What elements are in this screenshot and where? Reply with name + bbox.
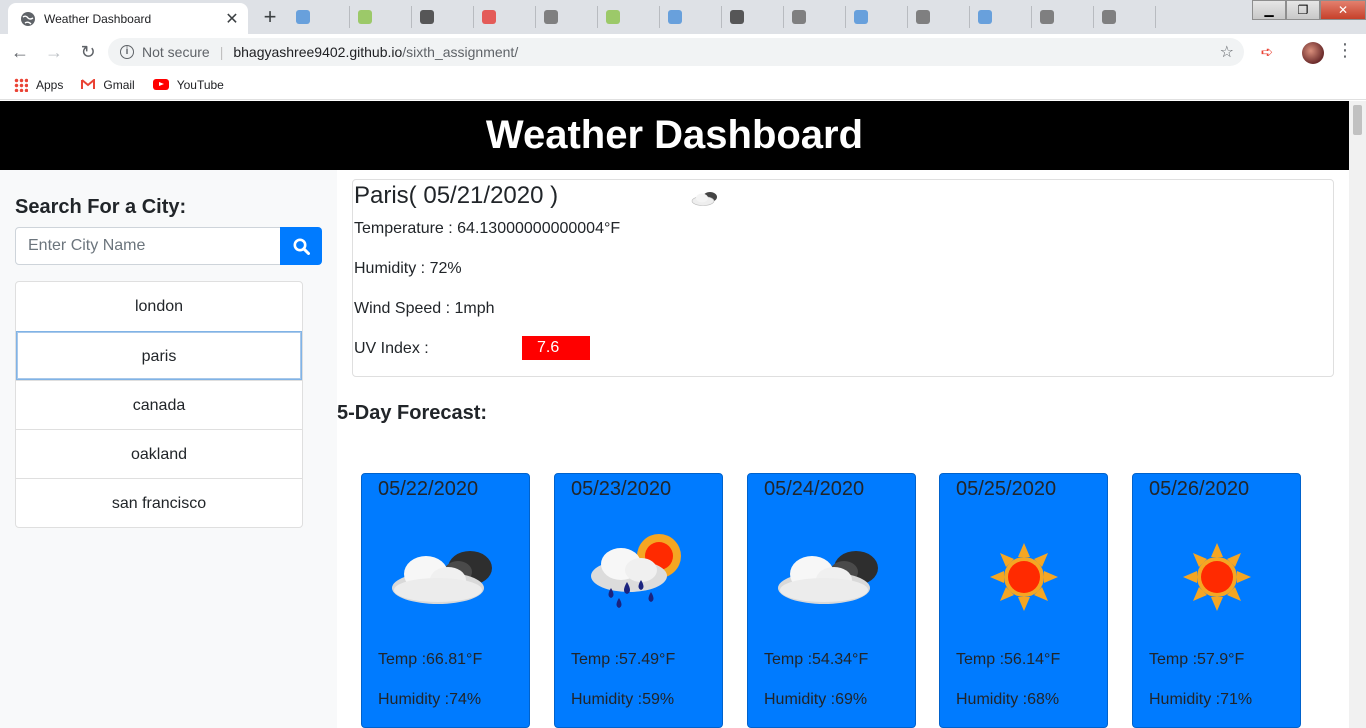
page-scrollbar[interactable] — [1349, 101, 1366, 728]
profile-avatar[interactable] — [1302, 42, 1324, 64]
new-tab-button[interactable]: + — [256, 6, 284, 30]
forecast-date: 05/25/2020 — [956, 478, 1057, 500]
broken-clouds-icon — [778, 551, 878, 604]
maximize-icon[interactable]: ❐ — [1286, 0, 1320, 20]
back-arrow-icon[interactable]: ← — [6, 38, 34, 66]
city-item-london[interactable]: london — [16, 282, 302, 331]
background-tab[interactable] — [1032, 6, 1094, 28]
current-weather-card: Paris( 05/21/2020 ) Temperature : 64.130… — [352, 179, 1334, 377]
forecast-date: 05/22/2020 — [378, 478, 479, 500]
uv-index-label: UV Index : — [354, 340, 429, 357]
forecast-humidity: Humidity :59% — [571, 691, 675, 708]
reload-icon[interactable]: ↻ — [74, 38, 102, 66]
background-tab[interactable] — [722, 6, 784, 28]
background-tab[interactable] — [412, 6, 474, 28]
youtube-icon — [152, 79, 169, 90]
bookmarks-bar: Apps Gmail YouTube — [0, 70, 1366, 100]
background-tab[interactable] — [350, 6, 412, 28]
main-content: Paris( 05/21/2020 ) Temperature : 64.130… — [337, 170, 1349, 728]
address-bar[interactable]: i Not secure | bhagyashree9402.github.io… — [108, 38, 1244, 66]
forecast-humidity: Humidity :71% — [1149, 691, 1253, 708]
page: Weather Dashboard Search For a City: lon… — [0, 101, 1349, 728]
city-item-san-francisco[interactable]: san francisco — [16, 478, 302, 527]
cloud-icon — [691, 192, 717, 206]
bookmark-label: Apps — [36, 77, 64, 92]
forecast-temp: Temp :54.34°F — [764, 651, 869, 668]
broken-clouds-icon — [392, 551, 492, 604]
bookmark-star-icon[interactable]: ☆ — [1220, 42, 1234, 62]
window-controls: ▁ ❐ ✕ — [1252, 0, 1366, 20]
forecast-card: 05/25/2020 Temp :56.14°F Humidity :68% — [939, 473, 1108, 728]
background-tab[interactable] — [970, 6, 1032, 28]
scrollbar-thumb[interactable] — [1353, 105, 1362, 135]
address-separator: | — [219, 44, 224, 60]
background-tab[interactable] — [660, 6, 722, 28]
rain-sun-icon — [591, 534, 681, 608]
browser-toolbar: ← → ↻ i Not secure | bhagyashree9402.git… — [0, 34, 1366, 70]
forecast-temp: Temp :57.9°F — [1149, 651, 1245, 668]
search-title: Search For a City: — [15, 196, 187, 218]
background-tab[interactable] — [288, 6, 350, 28]
tab-close-icon[interactable]: ✕ — [224, 9, 240, 29]
globe-icon — [21, 11, 35, 26]
bookmark-label: YouTube — [176, 77, 224, 92]
forecast-temp: Temp :56.14°F — [956, 651, 1061, 668]
uv-index-badge: 7.6 — [522, 336, 590, 360]
sun-icon — [990, 543, 1058, 611]
forecast-date: 05/23/2020 — [571, 478, 672, 500]
url-domain: bhagyashree9402.github.io — [233, 44, 403, 60]
background-tab[interactable] — [908, 6, 970, 28]
browser-menu-icon[interactable]: ⋮ — [1336, 40, 1354, 61]
browser-tab[interactable]: Weather Dashboard ✕ — [8, 3, 248, 34]
sidebar: Search For a City: london paris canada o… — [0, 170, 337, 728]
other-tabs — [288, 6, 1156, 28]
forecast-card: 05/23/2020 Temp :57.49°F Humidity :59% — [554, 473, 723, 728]
minimize-icon[interactable]: ▁ — [1252, 0, 1286, 20]
bookmark-apps[interactable]: Apps — [14, 77, 64, 92]
background-tab[interactable] — [598, 6, 660, 28]
city-search-input[interactable] — [15, 227, 281, 265]
info-icon[interactable]: i — [120, 45, 134, 59]
current-city-title: Paris( 05/21/2020 ) — [354, 182, 559, 209]
forecast-date: 05/26/2020 — [1149, 478, 1250, 500]
search-button[interactable] — [280, 227, 322, 265]
forecast-humidity: Humidity :69% — [764, 691, 868, 708]
city-history-list: london paris canada oakland san francisc… — [15, 281, 303, 528]
forecast-card: 05/26/2020 Temp :57.9°F Humidity :71% — [1132, 473, 1301, 728]
search-icon — [293, 238, 310, 255]
city-item-oakland[interactable]: oakland — [16, 429, 302, 478]
forecast-title: 5-Day Forecast: — [337, 402, 488, 424]
background-tab[interactable] — [474, 6, 536, 28]
gmail-icon — [81, 79, 96, 89]
security-label: Not secure — [142, 44, 210, 60]
sun-icon — [1183, 543, 1251, 611]
window-close-icon[interactable]: ✕ — [1320, 0, 1366, 20]
city-item-paris[interactable]: paris — [16, 331, 302, 380]
current-wind-speed: Wind Speed : 1mph — [354, 300, 495, 317]
forecast-temp: Temp :66.81°F — [378, 651, 483, 668]
background-tab[interactable] — [784, 6, 846, 28]
background-tab[interactable] — [1094, 6, 1156, 28]
current-temperature: Temperature : 64.13000000000004°F — [354, 220, 621, 237]
browser-tab-bar: Weather Dashboard ✕ + ▁ ❐ ✕ — [0, 0, 1366, 34]
page-title: Weather Dashboard — [0, 101, 1349, 170]
forecast-temp: Temp :57.49°F — [571, 651, 676, 668]
forward-arrow-icon[interactable]: → — [40, 38, 68, 66]
apps-grid-icon — [14, 77, 28, 92]
bookmark-gmail[interactable]: Gmail — [81, 77, 135, 92]
bookmark-youtube[interactable]: YouTube — [152, 77, 224, 92]
city-item-canada[interactable]: canada — [16, 380, 302, 429]
url-path: /sixth_assignment/ — [402, 44, 519, 60]
extension-icon[interactable]: ➪ — [1258, 43, 1276, 61]
forecast-card: 05/24/2020 Temp :54.34°F Humidity :69% — [747, 473, 916, 728]
forecast-date: 05/24/2020 — [764, 478, 865, 500]
bookmark-label: Gmail — [103, 77, 135, 92]
background-tab[interactable] — [536, 6, 598, 28]
tab-title: Weather Dashboard — [44, 11, 152, 26]
current-humidity: Humidity : 72% — [354, 260, 462, 277]
forecast-humidity: Humidity :68% — [956, 691, 1060, 708]
forecast-humidity: Humidity :74% — [378, 691, 482, 708]
forecast-card: 05/22/2020 Temp :66.81°F Humidity :74% — [361, 473, 530, 728]
background-tab[interactable] — [846, 6, 908, 28]
